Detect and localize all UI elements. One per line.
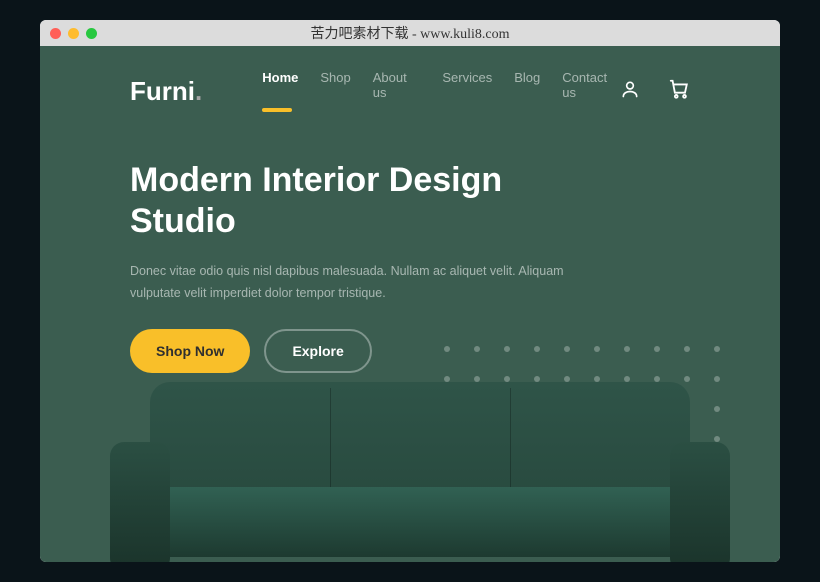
explore-button[interactable]: Explore	[264, 329, 371, 373]
title-bar: 苦力吧素材下载 - www.kuli8.com	[40, 20, 780, 46]
nav-link-about[interactable]: About us	[373, 70, 421, 112]
nav-icons	[620, 78, 690, 105]
traffic-lights	[50, 28, 97, 39]
main-nav: Furni. Home Shop About us Services Blog …	[40, 46, 780, 112]
close-window-button[interactable]	[50, 28, 61, 39]
window-title: 苦力吧素材下载 - www.kuli8.com	[40, 23, 780, 43]
cart-icon[interactable]	[668, 78, 690, 105]
hero-title: Modern Interior Design Studio	[130, 160, 570, 242]
nav-link-home[interactable]: Home	[262, 70, 298, 112]
brand-dot: .	[195, 76, 202, 106]
nav-links: Home Shop About us Services Blog Contact…	[262, 70, 620, 112]
sofa-image	[110, 382, 730, 562]
shop-now-button[interactable]: Shop Now	[130, 329, 250, 373]
nav-link-contact[interactable]: Contact us	[562, 70, 620, 112]
minimize-window-button[interactable]	[68, 28, 79, 39]
browser-window: 苦力吧素材下载 - www.kuli8.com Furni. Home Shop…	[40, 20, 780, 562]
brand-name: Furni	[130, 76, 195, 106]
maximize-window-button[interactable]	[86, 28, 97, 39]
nav-link-services[interactable]: Services	[442, 70, 492, 112]
hero-content: Modern Interior Design Studio Donec vita…	[40, 112, 660, 373]
hero-description: Donec vitae odio quis nisl dapibus males…	[130, 260, 570, 305]
brand-logo[interactable]: Furni.	[130, 76, 202, 107]
nav-link-shop[interactable]: Shop	[320, 70, 350, 112]
user-icon[interactable]	[620, 79, 640, 104]
nav-link-blog[interactable]: Blog	[514, 70, 540, 112]
site-hero-section: Furni. Home Shop About us Services Blog …	[40, 46, 780, 562]
